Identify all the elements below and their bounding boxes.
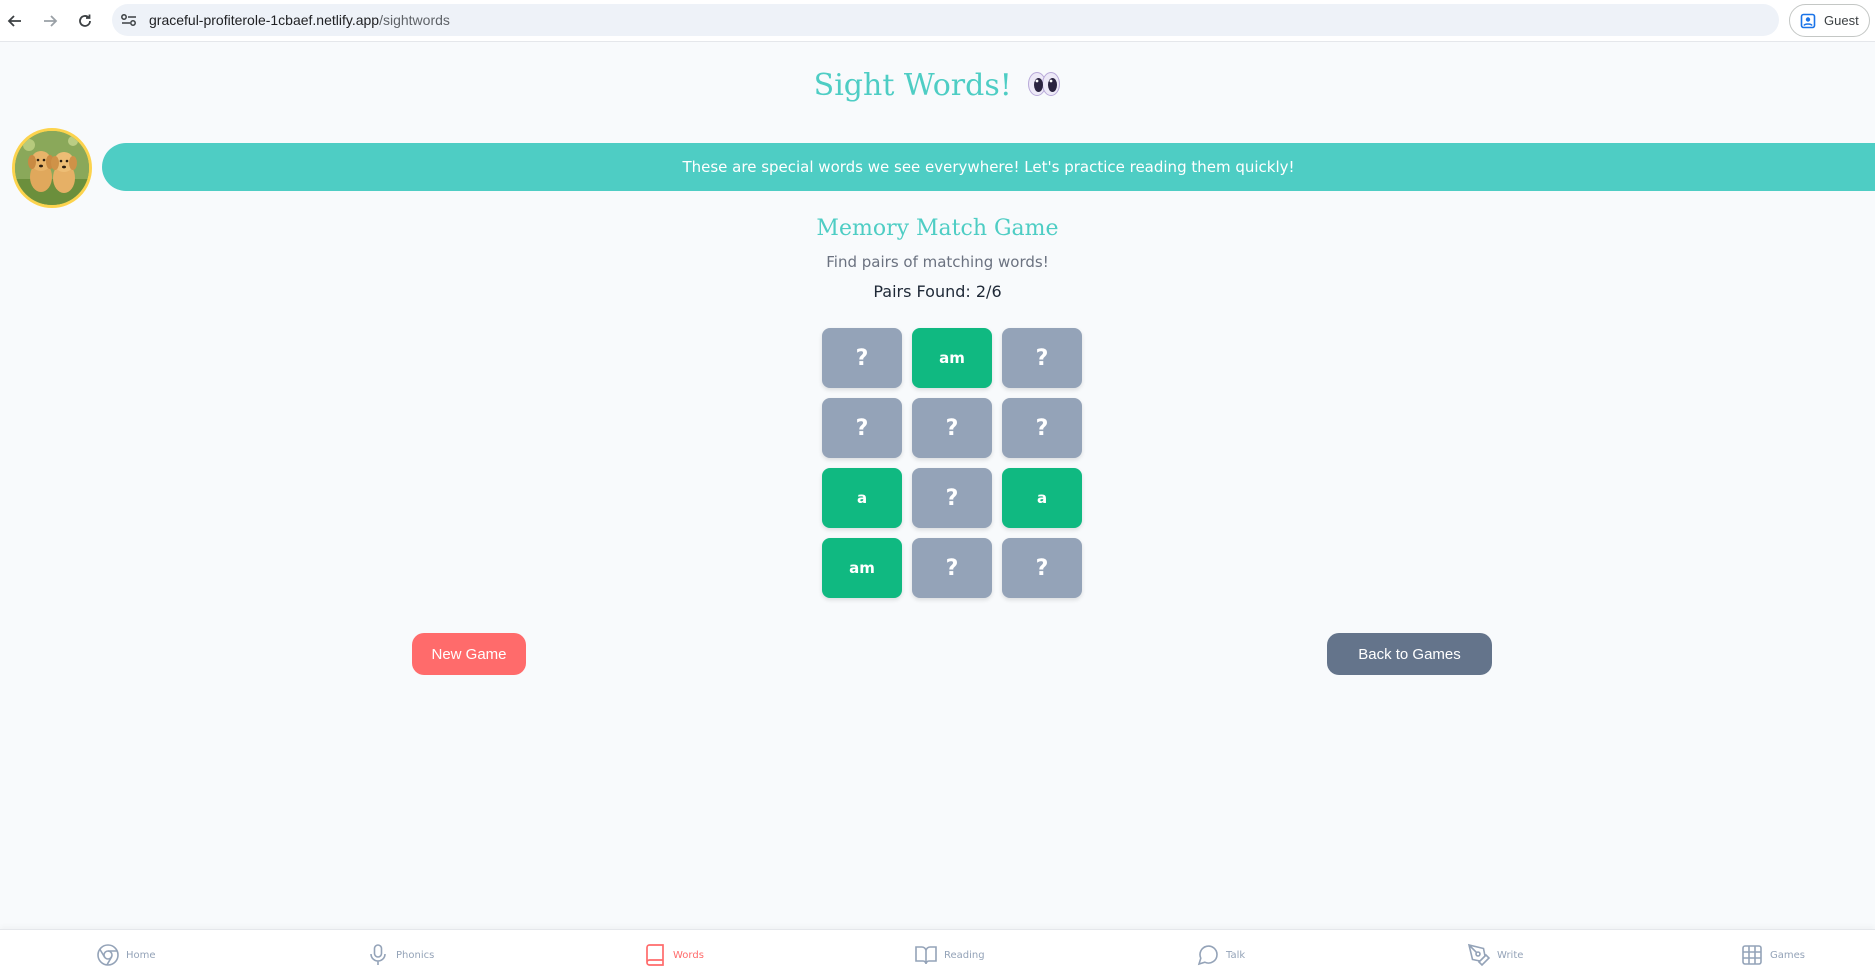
card-label: ? (855, 415, 869, 441)
eyes-icon (1028, 72, 1061, 96)
memory-card[interactable]: am (822, 538, 902, 598)
nav-label: Games (1770, 949, 1805, 961)
nav-item-phonics[interactable]: Phonics (366, 930, 434, 979)
url-host: graceful-profiterole-1cbaef.netlify.app (149, 12, 380, 28)
page-title-text: Sight Words! (813, 68, 1012, 103)
microphone-icon (370, 944, 386, 965)
nav-label: Words (673, 949, 704, 961)
card-label: ? (855, 345, 869, 371)
memory-card[interactable]: ? (822, 328, 902, 388)
nav-label: Reading (944, 949, 985, 961)
card-label: a (1036, 489, 1048, 507)
address-bar[interactable]: graceful-profiterole-1cbaef.netlify.app/… (112, 4, 1779, 36)
card-label: am (849, 559, 875, 577)
memory-card[interactable]: ? (912, 538, 992, 598)
card-label: a (856, 489, 868, 507)
memory-card[interactable]: a (822, 468, 902, 528)
pen-icon (1467, 943, 1491, 967)
memory-card[interactable]: ? (1002, 398, 1082, 458)
banner-text: These are special words we see everywher… (682, 158, 1295, 176)
site-info-icon[interactable] (120, 12, 138, 28)
open-book-icon (915, 946, 937, 965)
avatar (12, 128, 92, 208)
profile-button[interactable]: Guest (1789, 4, 1870, 37)
card-label: ? (1035, 555, 1049, 581)
card-label: ? (945, 485, 959, 511)
memory-card[interactable]: ? (912, 398, 992, 458)
card-label: ? (1035, 415, 1049, 441)
nav-label: Write (1497, 949, 1524, 961)
nav-item-home[interactable]: Home (96, 930, 156, 979)
memory-card[interactable]: ? (1002, 328, 1082, 388)
speech-banner: These are special words we see everywher… (102, 143, 1875, 191)
card-label: ? (945, 555, 959, 581)
profile-icon (1800, 13, 1816, 28)
memory-card[interactable]: ? (912, 468, 992, 528)
nav-label: Home (126, 949, 156, 961)
url-text: graceful-profiterole-1cbaef.netlify.app/… (149, 12, 450, 28)
memory-card[interactable]: am (912, 328, 992, 388)
memory-card[interactable]: ? (822, 398, 902, 458)
memory-card[interactable]: ? (1002, 538, 1082, 598)
game-subtitle: Find pairs of matching words! (826, 253, 1049, 271)
url-path: /sightwords (379, 12, 450, 28)
arrow-right-icon (44, 15, 58, 27)
memory-card-grid: ? am ? ? ? ? a ? a am ? ? (822, 328, 1083, 598)
grid-icon (1742, 945, 1762, 965)
card-label: ? (945, 415, 959, 441)
pairs-found-counter: Pairs Found: 2/6 (873, 282, 1002, 301)
game-title: Memory Match Game (816, 216, 1059, 241)
nav-label: Talk (1226, 949, 1246, 961)
bottom-nav: Home Phonics Words Reading Talk Write Ga… (0, 929, 1875, 979)
nav-item-words[interactable]: Words (643, 930, 704, 979)
nav-item-talk[interactable]: Talk (1196, 930, 1245, 979)
nav-item-write[interactable]: Write (1467, 930, 1523, 979)
card-label: am (939, 349, 965, 367)
puppies-image (15, 131, 89, 205)
nav-item-reading[interactable]: Reading (914, 930, 985, 979)
book-icon (646, 944, 664, 966)
profile-label: Guest (1824, 13, 1859, 28)
new-game-button[interactable]: New Game (412, 633, 526, 675)
card-label: ? (1035, 345, 1049, 371)
chat-bubble-icon (1197, 945, 1218, 966)
nav-label: Phonics (396, 949, 435, 961)
browser-toolbar: graceful-profiterole-1cbaef.netlify.app/… (0, 0, 1875, 42)
back-button[interactable] (2, 8, 28, 34)
chrome-icon (97, 944, 119, 966)
reload-button[interactable] (72, 8, 98, 34)
back-to-games-button[interactable]: Back to Games (1327, 633, 1492, 675)
reload-icon (79, 14, 91, 27)
nav-item-games[interactable]: Games (1740, 930, 1805, 979)
arrow-left-icon (7, 15, 21, 27)
forward-button[interactable] (37, 8, 63, 34)
memory-card[interactable]: a (1002, 468, 1082, 528)
page-title: Sight Words! (0, 68, 1875, 103)
